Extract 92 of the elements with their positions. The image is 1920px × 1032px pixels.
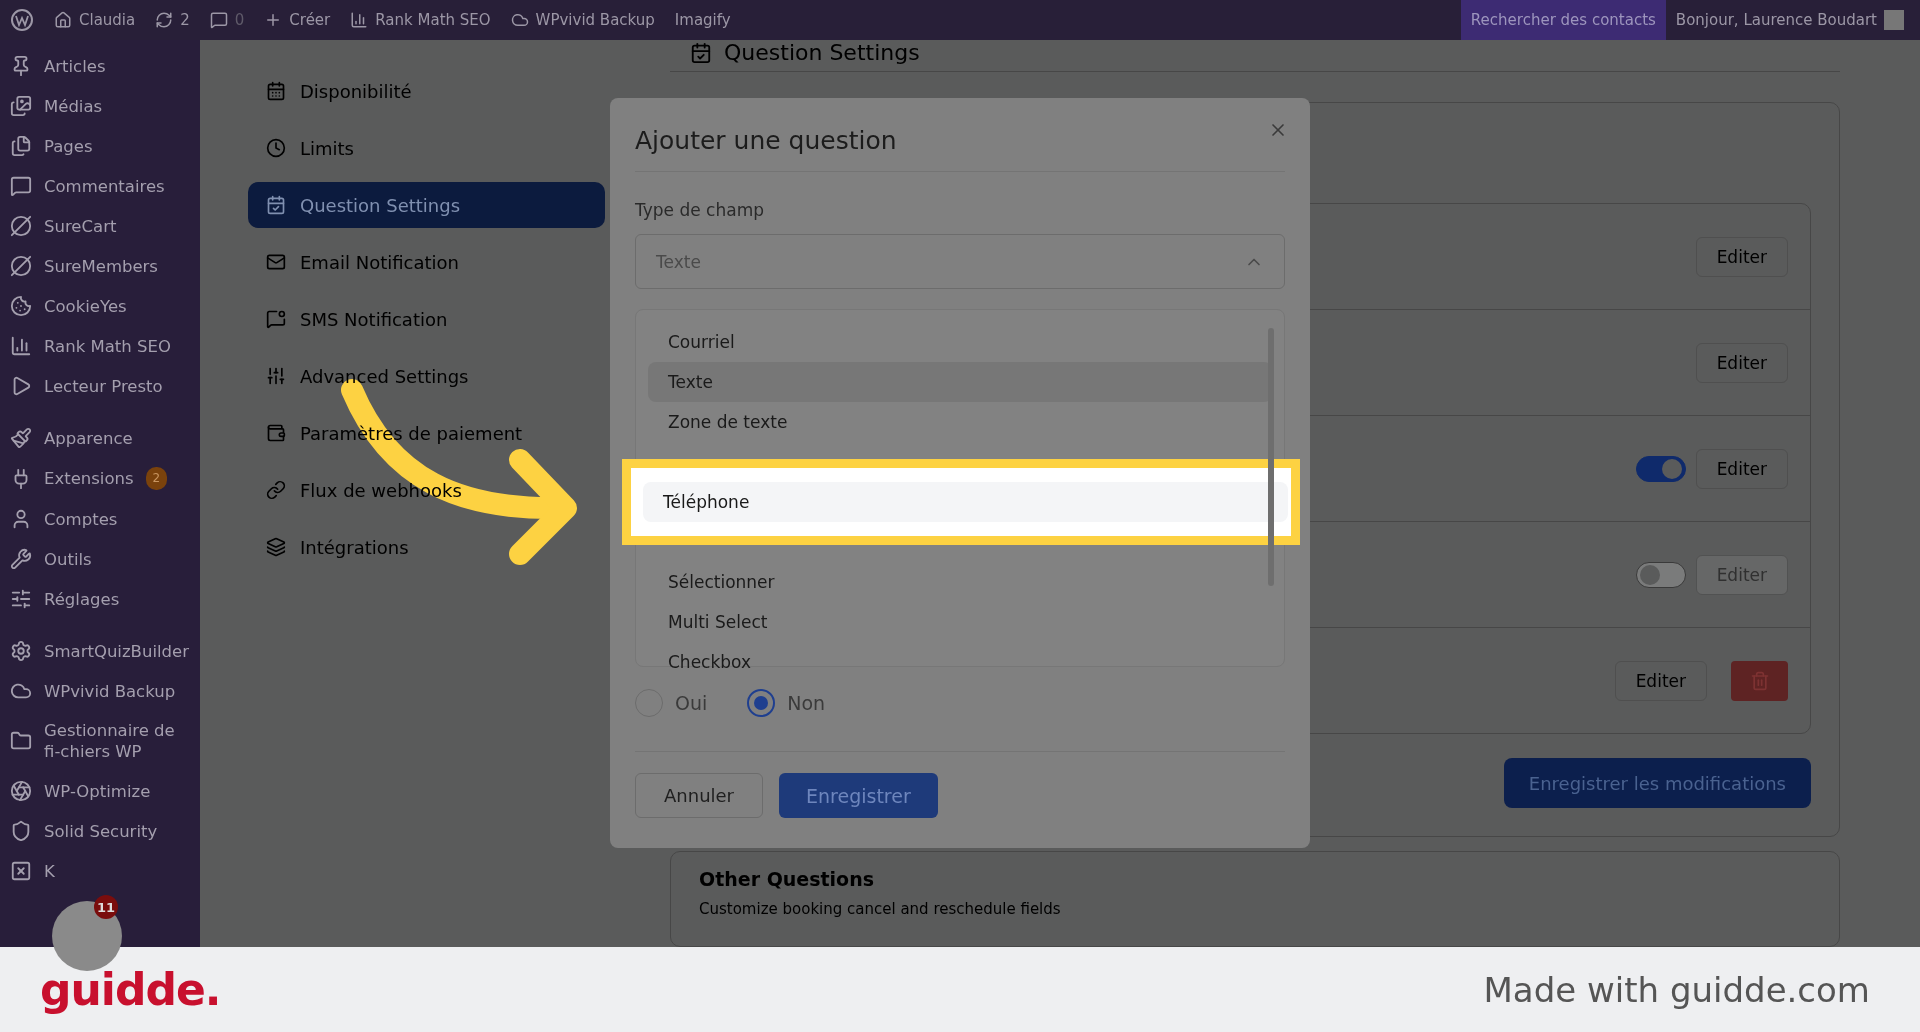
images-icon [10,95,32,117]
sidebar-item[interactable]: Médias [44,95,103,117]
submit-button[interactable]: Enregistrer [779,773,938,818]
toggle-switch[interactable] [1635,455,1686,482]
card-title: Other Questions [699,868,875,890]
settings-nav-item[interactable]: Question Settings [248,182,605,228]
cloud-icon[interactable] [510,11,529,29]
sliders-icon [266,366,286,386]
search-contacts-button[interactable]: Rechercher des contacts [1460,0,1666,40]
sidebar-item[interactable]: Rank Math SEO [44,335,171,357]
cookie-icon [10,295,32,317]
calendar-check-icon [266,195,286,215]
calendar-icon [266,81,286,101]
settings-nav-item[interactable]: SMS Notification [248,296,605,342]
option-item[interactable]: Sélectionner [648,562,1272,602]
dialog-title: Ajouter une question [635,98,1285,172]
site-link[interactable]: Claudia [79,11,136,29]
slashed-circle-icon [10,215,32,237]
wordpress-logo-icon[interactable] [10,8,34,32]
sidebar-item[interactable]: Solid Security [44,820,158,842]
updates-count[interactable]: 2 [180,11,190,29]
edit-button[interactable]: Editer [1695,342,1788,383]
option-item[interactable]: Courriel [648,322,1272,362]
sidebar-item[interactable]: Apparence [44,427,133,449]
settings-nav-item[interactable]: Advanced Settings [248,353,605,399]
sidebar-item[interactable]: SureMembers [44,255,158,277]
sidebar-item[interactable]: Comptes [44,508,118,530]
refresh-icon[interactable] [155,11,174,29]
settings-nav-item[interactable]: Email Notification [248,239,605,285]
radio-button[interactable] [747,689,776,717]
mail-icon [266,252,286,272]
settings-nav-item[interactable]: Limits [248,125,605,171]
sidebar-item[interactable]: Réglages [44,588,120,610]
sidebar-item[interactable]: Extensions [44,468,134,489]
notification-badge: 11 [94,895,118,919]
footer-text: Made with guidde.com [1483,969,1870,1010]
settings-nav-item[interactable]: Intégrations [248,524,605,570]
paintbrush-icon [10,427,32,449]
toolbar-link[interactable]: WPvivid Backup [535,11,655,29]
greeting-link[interactable]: Bonjour, Laurence Boudart [1675,11,1877,29]
square-x-icon [10,860,32,882]
settings-icon [10,640,32,662]
trash-icon [1749,670,1770,691]
calendar-check-icon [690,41,712,64]
wallet-icon [266,423,286,443]
sidebar-item[interactable]: CookieYes [44,295,127,317]
field-label: Type de champ [635,200,765,220]
comment-icon [10,175,32,197]
sidebar-item[interactable]: WPvivid Backup [44,680,176,702]
cancel-button[interactable]: Annuler [635,773,763,818]
shield-icon [10,820,32,842]
option-item[interactable]: Téléphone [643,482,1288,522]
sidebar-item[interactable]: SmartQuizBuilder [44,640,189,662]
section-title: Question Settings [724,40,920,65]
link-icon [266,480,286,500]
bar-chart-icon[interactable] [350,11,369,29]
option-item[interactable]: Zone de texte [648,402,1272,442]
wrench-icon [10,548,32,570]
edit-button[interactable]: Editer [1695,236,1788,277]
pages-icon [10,135,32,157]
sidebar-item[interactable]: K [44,860,55,882]
sidebar-item[interactable]: SureCart [44,215,117,237]
count-badge: 2 [145,467,168,490]
option-item[interactable]: Multi Select [648,602,1272,642]
folder-icon [10,730,32,752]
settings-nav-item[interactable]: Disponibilité [248,68,605,114]
radio-label: Oui [675,692,708,714]
brand-logo: guidde. [40,964,221,1015]
edit-button[interactable]: Editer [1695,448,1788,489]
toolbar-link[interactable]: Imagify [674,11,731,29]
sidebar-item[interactable]: Gestionnaire de fi-chiers WP [44,720,192,762]
home-icon[interactable] [54,11,72,29]
edit-button[interactable]: Editer [1614,660,1707,701]
comment-icon[interactable] [209,11,228,29]
aperture-icon [10,780,32,802]
radio-label: Non [787,692,826,714]
sidebar-item[interactable]: Commentaires [44,175,165,197]
new-link[interactable]: Créer [289,11,331,29]
toolbar-link[interactable]: Rank Math SEO [375,11,491,29]
sidebar-item[interactable]: Outils [44,548,92,570]
sidebar-item[interactable]: Articles [44,55,106,77]
message-icon [266,309,286,329]
card-description: Customize booking cancel and reschedule fields [699,900,1062,918]
sidebar-item[interactable]: Lecteur Presto [44,375,163,397]
sidebar-item[interactable]: WP-Optimize [44,780,151,802]
option-item[interactable]: Checkbox [648,642,1272,682]
clock-icon [266,138,286,158]
slashed-circle-icon [10,255,32,277]
sliders-icon [10,588,32,610]
layers-icon [266,537,286,557]
bar-chart-icon [10,335,32,357]
sidebar-item[interactable]: Pages [44,135,93,157]
